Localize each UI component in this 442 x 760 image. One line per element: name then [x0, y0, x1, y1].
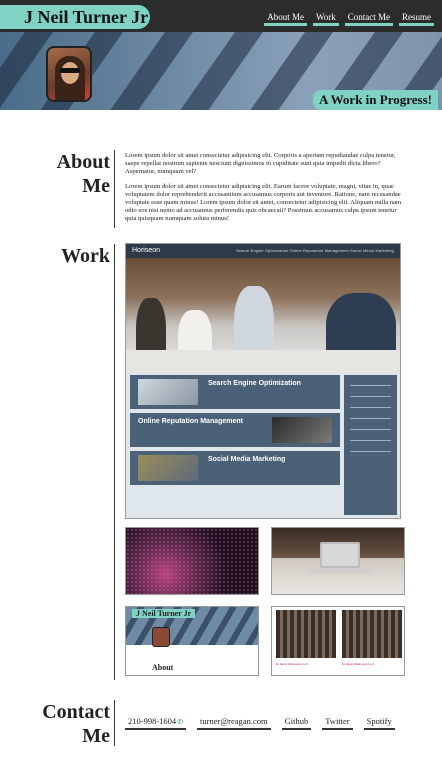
nav-contact-link[interactable]: Contact Me: [344, 10, 393, 26]
featured-project-horiseon[interactable]: Horiseon Search Engine Optimization Onli…: [125, 243, 401, 519]
horiseon-card: Search Engine Optimization: [130, 375, 340, 409]
phone-icon: ✆: [177, 718, 184, 726]
main-nav: About Me Work Contact Me Resume: [264, 10, 434, 26]
about-heading: About Me: [56, 151, 110, 197]
project-thumbnail-portfolio[interactable]: J Neil Turner Jr About: [125, 606, 259, 676]
twitter-link[interactable]: Twitter: [322, 716, 353, 730]
top-navbar: J Neil Turner Jr About Me Work Contact M…: [0, 0, 442, 32]
about-divider: [114, 150, 115, 228]
horiseon-card: Social Media Marketing: [130, 451, 340, 485]
project-thumbnail-doors[interactable]: In latest mini-post tool. In latest mini…: [271, 606, 405, 676]
nav-work-link[interactable]: Work: [312, 10, 339, 26]
work-divider: [114, 244, 115, 680]
nav-about-link[interactable]: About Me: [264, 10, 307, 26]
work-in-progress-banner: A Work in Progress!: [312, 90, 438, 110]
spotify-link[interactable]: Spotify: [363, 716, 395, 730]
about-text: Lorem ipsum dolor sit amet consectetur a…: [125, 152, 403, 230]
site-brand[interactable]: J Neil Turner Jr: [0, 5, 150, 29]
contact-divider: [114, 700, 115, 746]
horiseon-card: Online Reputation Management: [130, 413, 340, 447]
email-link[interactable]: turner@reagan.com: [197, 716, 271, 730]
github-link[interactable]: Github: [281, 716, 312, 730]
horiseon-hero-photo: [126, 258, 400, 373]
contact-links: 210-998-1604✆ turner@reagan.com Github T…: [125, 716, 395, 730]
contact-heading: Contact Me: [42, 701, 110, 747]
project-thumbnail-laptop[interactable]: [271, 527, 405, 595]
horiseon-header: Horiseon Search Engine Optimization Onli…: [126, 244, 400, 258]
about-paragraph: Lorem ipsum dolor sit amet consectetur a…: [125, 152, 396, 175]
about-paragraph: Lorem ipsum dolor sit amet consectetur a…: [125, 183, 402, 222]
project-thumbnail-abstract[interactable]: [125, 527, 259, 595]
work-heading: Work: [61, 245, 110, 267]
nav-resume-link[interactable]: Resume: [399, 10, 434, 26]
phone-link[interactable]: 210-998-1604✆: [125, 716, 187, 730]
horiseon-sidebar: [344, 375, 397, 515]
profile-avatar: [46, 46, 92, 102]
